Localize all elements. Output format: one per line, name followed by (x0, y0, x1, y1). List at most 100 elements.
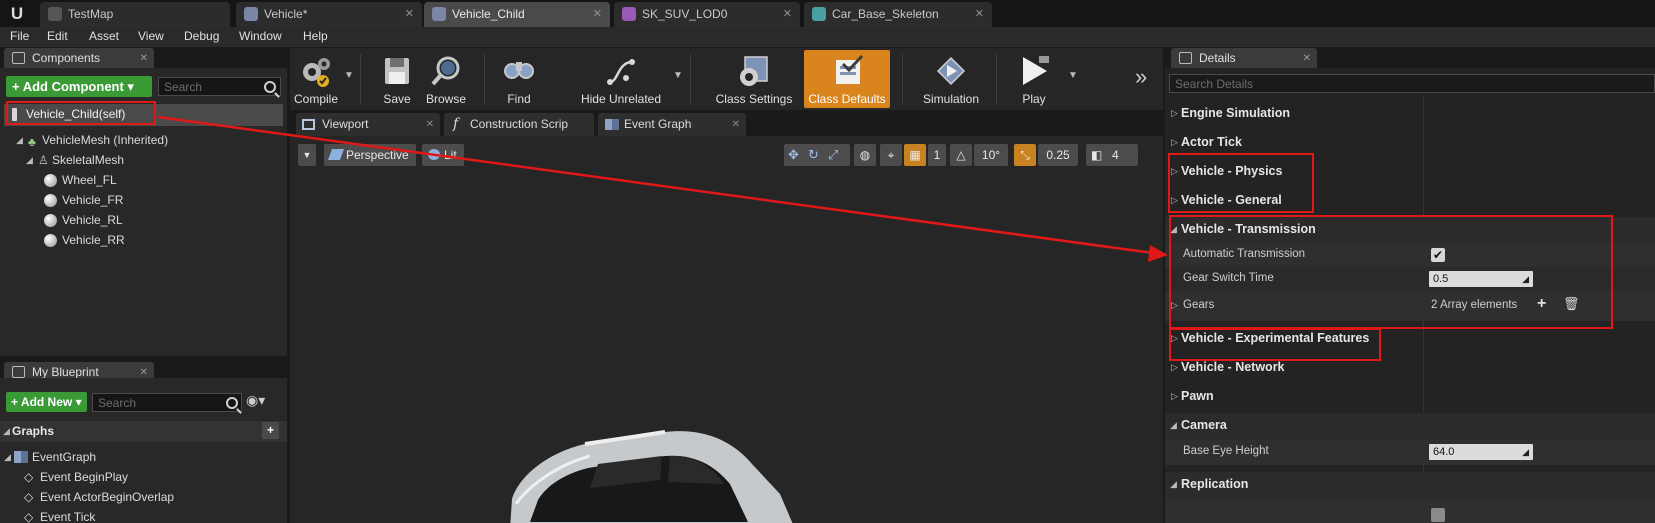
surface-snap-button[interactable]: ⌖ (880, 144, 902, 166)
rotate-icon[interactable]: ↻ (808, 144, 819, 166)
components-search-input[interactable]: Search (158, 77, 281, 96)
graphs-section-header[interactable]: ◢ Graphs + (0, 421, 287, 442)
expand-arrow-icon[interactable]: ▷ (1171, 362, 1178, 373)
close-icon[interactable]: ✕ (975, 2, 984, 27)
toolbar-overflow-icon[interactable]: » (1135, 64, 1147, 90)
find-icon (504, 62, 534, 79)
compile-button[interactable]: Compile (290, 50, 342, 108)
eye-icon[interactable]: ◉▾ (246, 392, 265, 409)
partial-checkbox[interactable] (1431, 508, 1445, 522)
collapse-arrow-icon[interactable]: ◢ (1170, 479, 1177, 490)
menu-debug[interactable]: Debug (184, 29, 219, 43)
lit-button[interactable]: Lit (422, 144, 464, 166)
class-settings-button[interactable]: Class Settings (708, 50, 800, 108)
tab-vehicle[interactable]: Vehicle* ✕ (236, 2, 422, 27)
expand-arrow-icon[interactable]: ▷ (1171, 137, 1178, 148)
browse-button[interactable]: Browse (420, 50, 472, 108)
add-new-button[interactable]: + Add New ▾ (6, 392, 87, 412)
category-label: Replication (1181, 477, 1249, 491)
menu-asset[interactable]: Asset (89, 29, 119, 43)
grid-snap-button[interactable]: ▦ (904, 144, 926, 166)
add-graph-icon[interactable]: + (262, 422, 279, 439)
expand-arrow-icon[interactable]: ◢ (26, 151, 33, 169)
toolbar-label: Class Defaults (808, 92, 886, 106)
tab-car-base-skeleton[interactable]: Car_Base_Skeleton ✕ (804, 2, 992, 27)
close-icon[interactable]: ✕ (783, 2, 792, 27)
tab-construction-script[interactable]: f Construction Scrip (444, 113, 594, 136)
add-component-button[interactable]: + Add Component ▾ (6, 76, 152, 97)
viewport-options-button[interactable]: ▼ (298, 144, 316, 166)
tree-item-vehiclemesh[interactable]: ◢ ♣ VehicleMesh (Inherited) (14, 131, 274, 149)
blueprint-search-input[interactable]: Search (92, 393, 242, 412)
tree-item-skeletalmesh[interactable]: ◢ ♙ SkeletalMesh (24, 151, 274, 169)
class-defaults-button[interactable]: Class Defaults (804, 50, 890, 108)
graph-item-event-beginplay[interactable]: ◇ Event BeginPlay (24, 468, 274, 486)
tree-item-vehicle-rl[interactable]: Vehicle_RL (44, 211, 274, 229)
hide-unrelated-button[interactable]: Hide Unrelated (572, 50, 670, 108)
tab-testmap[interactable]: TestMap (40, 2, 230, 27)
close-icon[interactable]: ✕ (405, 2, 414, 27)
details-search-input[interactable]: Search Details (1169, 74, 1655, 93)
category-pawn[interactable]: ▷ Pawn (1165, 384, 1655, 410)
graph-item-event-actorbeginoverlap[interactable]: ◇ Event ActorBeginOverlap (24, 488, 274, 506)
grid-icon: ▦ (909, 148, 921, 162)
play-options-icon[interactable]: ▼ (1068, 70, 1078, 81)
tree-item-vehicle-rr[interactable]: Vehicle_RR (44, 231, 274, 249)
hide-unrelated-icon (607, 59, 635, 85)
graph-item-eventgraph[interactable]: ◢ EventGraph (4, 448, 274, 466)
tab-sk-suv-lod0[interactable]: SK_SUV_LOD0 ✕ (614, 2, 800, 27)
camera-speed-button[interactable]: ◧ 4 (1086, 144, 1138, 166)
close-icon[interactable]: ✕ (1303, 48, 1311, 69)
rotation-snap-button[interactable]: △ (950, 144, 972, 166)
collapse-arrow-icon[interactable]: ◢ (1170, 420, 1177, 431)
close-icon[interactable]: ✕ (732, 113, 740, 136)
menu-view[interactable]: View (138, 29, 164, 43)
close-icon[interactable]: ✕ (426, 113, 434, 136)
simulation-button[interactable]: Simulation (910, 50, 992, 108)
tab-vehicle-child[interactable]: Vehicle_Child ✕ (424, 2, 610, 27)
hide-unrelated-options-icon[interactable]: ▼ (673, 70, 683, 81)
components-tab[interactable]: Components ✕ (4, 48, 154, 69)
expand-arrow-icon[interactable]: ◢ (3, 426, 10, 437)
search-icon[interactable] (264, 81, 276, 93)
category-camera[interactable]: ◢ Camera (1165, 413, 1655, 439)
tree-item-vehicle-fr[interactable]: Vehicle_FR (44, 191, 274, 209)
find-button[interactable]: Find (494, 50, 544, 108)
menu-help[interactable]: Help (303, 29, 328, 43)
grid-size-dropdown[interactable]: 1 (928, 144, 946, 166)
rotation-snap-dropdown[interactable]: 10° (974, 144, 1008, 166)
compile-options-icon[interactable]: ▼ (344, 70, 354, 81)
scale-snap-dropdown[interactable]: 0.25 (1038, 144, 1078, 166)
scale-snap-button[interactable]: ⤡ (1014, 144, 1036, 166)
tab-viewport[interactable]: Viewport ✕ (296, 113, 440, 136)
scale-icon[interactable]: ⤢ (828, 144, 838, 166)
perspective-button[interactable]: Perspective (324, 144, 416, 166)
graph-item-event-tick[interactable]: ◇ Event Tick (24, 508, 274, 523)
tree-item-wheel-fl[interactable]: Wheel_FL (44, 171, 274, 189)
world-local-button[interactable]: ◍ (854, 144, 876, 166)
unreal-logo-icon[interactable]: U (4, 2, 30, 26)
menu-edit[interactable]: Edit (47, 29, 68, 43)
save-button[interactable]: Save (374, 50, 420, 108)
base-eye-height-input[interactable]: 64.0 ◢ (1429, 444, 1533, 460)
expand-arrow-icon[interactable]: ◢ (4, 448, 11, 466)
tree-item-label: Wheel_FL (62, 173, 117, 187)
annotation-box-transmission (1169, 215, 1613, 329)
category-engine-simulation[interactable]: ▷ Engine Simulation (1165, 101, 1655, 127)
viewport[interactable]: ▼ Perspective Lit ✥ ↻ ⤢ ◍ ⌖ ▦ 1 △ 10° ⤡ … (290, 136, 1163, 523)
translate-icon[interactable]: ✥ (788, 144, 799, 166)
expand-arrow-icon[interactable]: ▷ (1171, 391, 1178, 402)
search-icon[interactable] (226, 397, 238, 409)
book-icon (12, 366, 25, 378)
menu-window[interactable]: Window (239, 29, 282, 43)
category-replication[interactable]: ◢ Replication (1165, 472, 1655, 498)
play-button[interactable]: Play (1006, 50, 1062, 108)
expand-arrow-icon[interactable]: ◢ (16, 131, 23, 149)
close-icon[interactable]: ✕ (140, 48, 148, 69)
close-icon[interactable]: ✕ (593, 2, 602, 27)
menu-file[interactable]: File (10, 29, 29, 43)
details-tab[interactable]: Details ✕ (1171, 48, 1317, 69)
tab-event-graph[interactable]: Event Graph ✕ (598, 113, 746, 136)
toolbar-label: Play (1022, 92, 1046, 106)
expand-arrow-icon[interactable]: ▷ (1171, 108, 1178, 119)
